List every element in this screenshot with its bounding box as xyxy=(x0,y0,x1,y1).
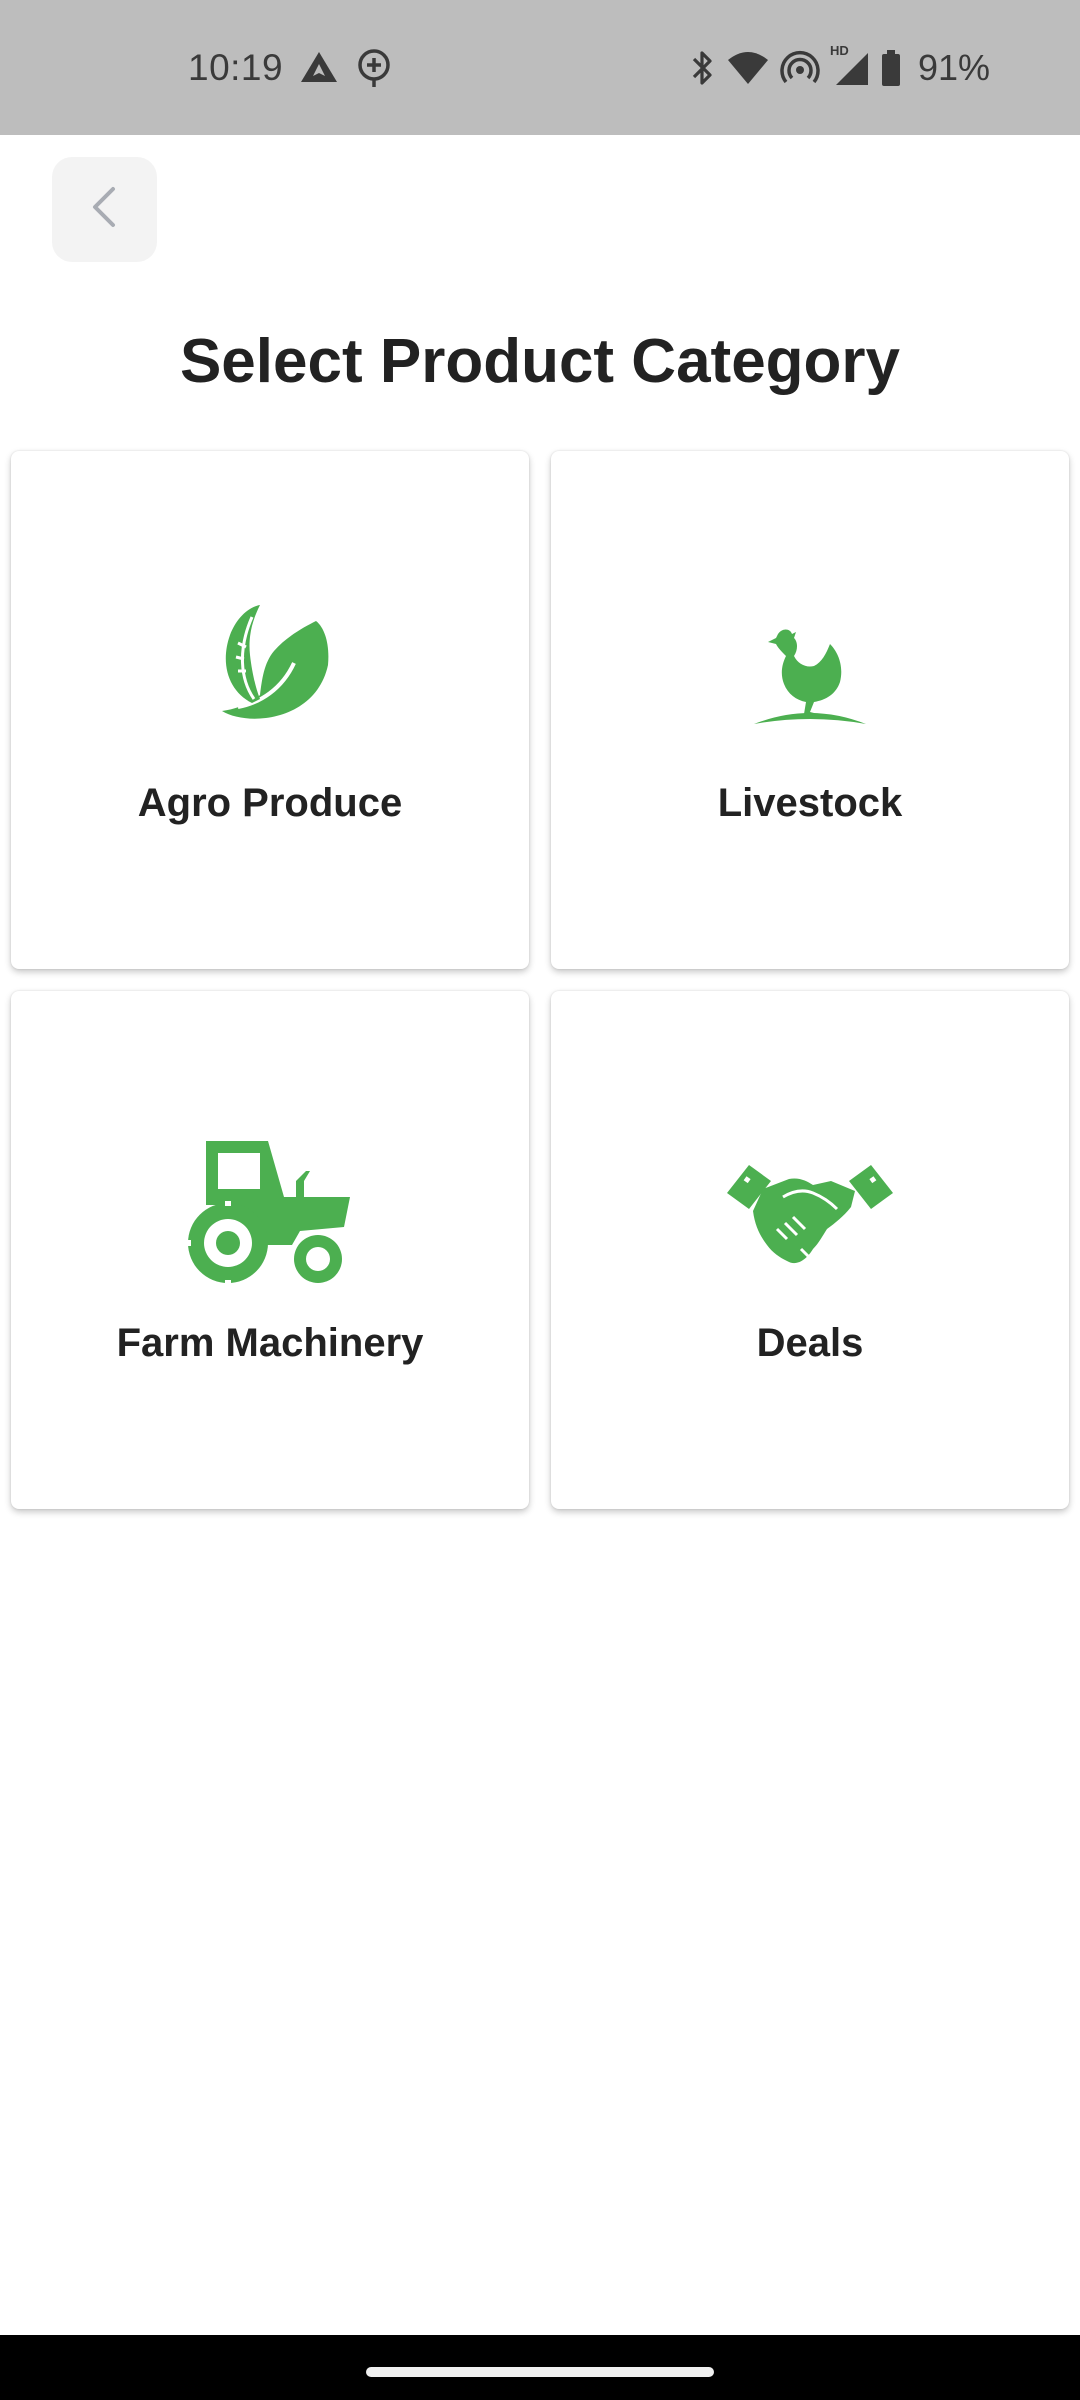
back-button[interactable] xyxy=(52,157,157,262)
wifi-icon xyxy=(726,50,770,86)
status-left: 10:19 xyxy=(188,40,393,96)
category-label: Livestock xyxy=(717,781,903,825)
status-right: HD 91% xyxy=(688,40,990,96)
signal-icon: HD xyxy=(830,43,870,87)
add-location-icon xyxy=(355,48,393,88)
category-card-deals[interactable]: Deals xyxy=(551,991,1069,1509)
category-label: Farm Machinery xyxy=(116,1321,424,1365)
category-card-livestock[interactable]: Livestock xyxy=(551,451,1069,969)
battery-percentage: 91% xyxy=(917,47,990,88)
hen-icon xyxy=(551,626,1069,726)
leaf-icon xyxy=(11,603,529,725)
tractor-icon xyxy=(11,1141,529,1283)
system-navigation-bar xyxy=(0,2335,1080,2400)
category-card-farm-machinery[interactable]: Farm Machinery xyxy=(11,991,529,1509)
bluetooth-icon xyxy=(688,49,716,87)
chevron-left-icon xyxy=(85,185,125,234)
category-label: Agro Produce xyxy=(137,781,403,825)
category-card-agro-produce[interactable]: Agro Produce xyxy=(11,451,529,969)
page-title: Select Product Category xyxy=(179,327,901,396)
handshake-icon xyxy=(551,1163,1069,1267)
status-time: 10:19 xyxy=(188,47,284,88)
hotspot-icon xyxy=(780,50,820,86)
home-indicator[interactable] xyxy=(366,2367,714,2377)
navigation-icon xyxy=(299,50,339,86)
battery-icon xyxy=(880,49,902,87)
hd-label: HD xyxy=(829,43,849,58)
status-bar: 10:19 HD 91% xyxy=(0,0,1080,135)
category-label: Deals xyxy=(756,1321,864,1365)
